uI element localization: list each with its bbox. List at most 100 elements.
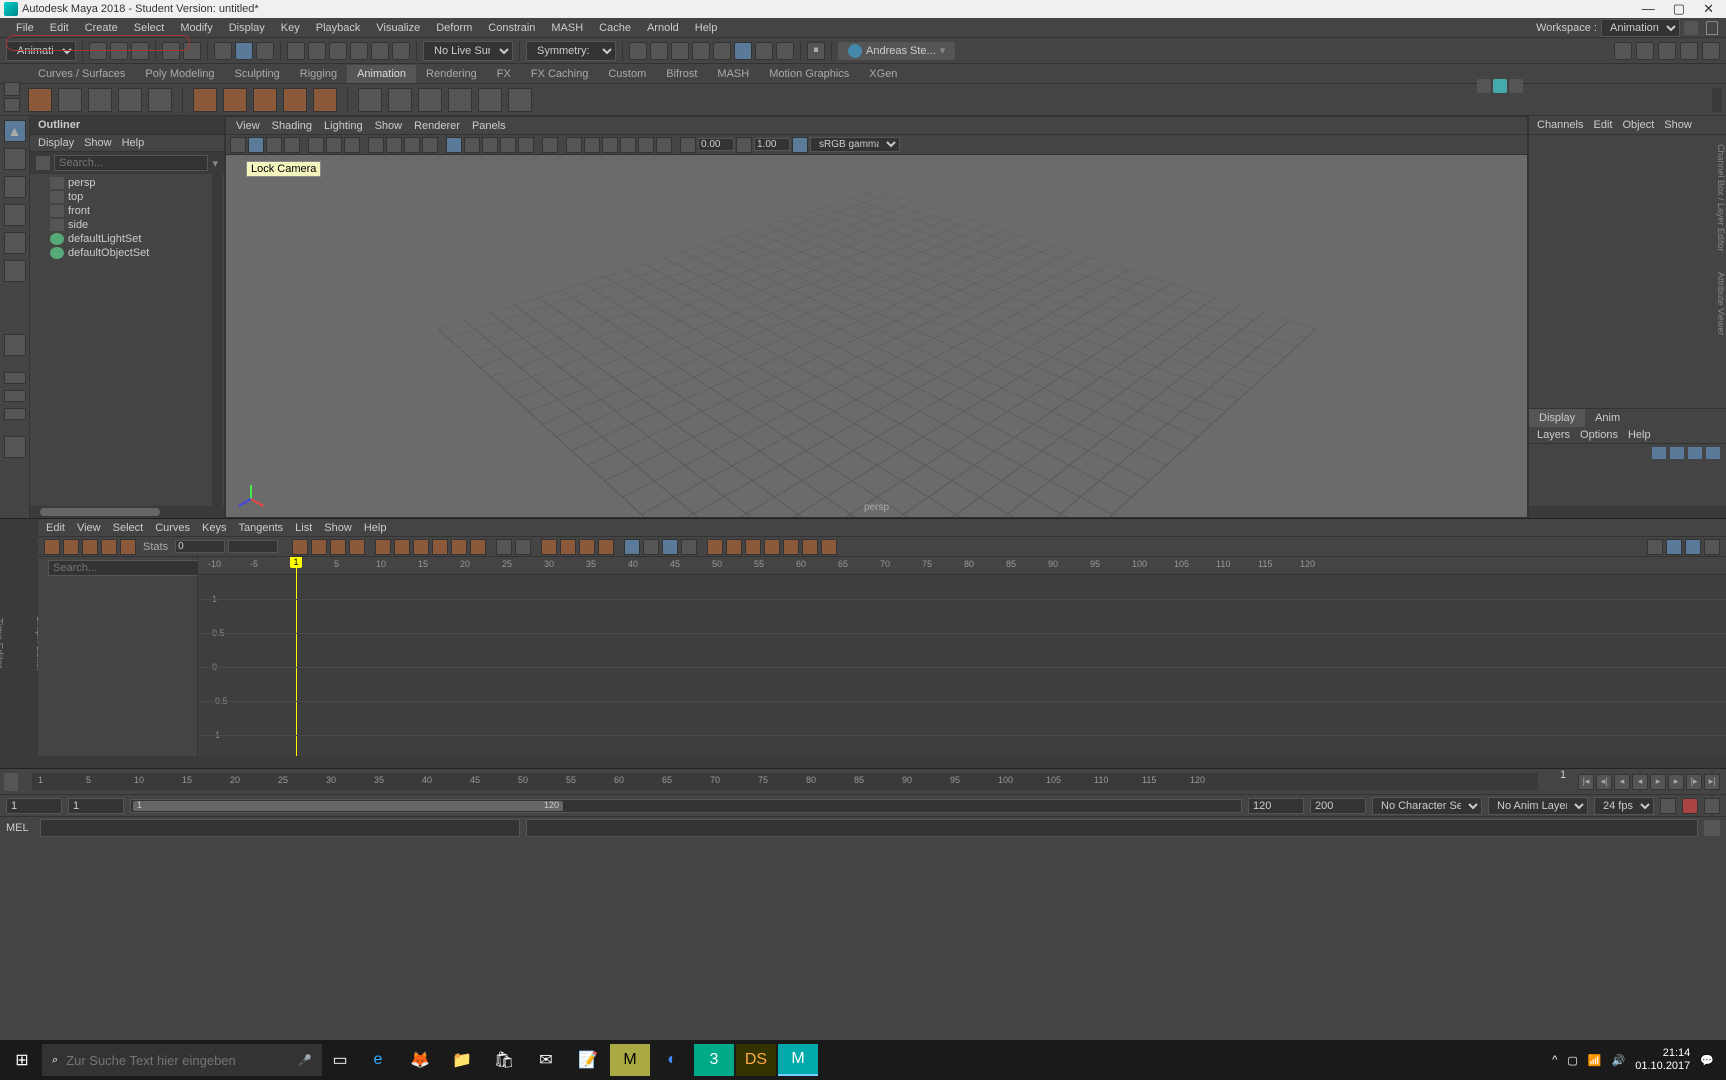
vp-dof-icon[interactable] bbox=[656, 137, 672, 153]
vp-xray-icon[interactable] bbox=[566, 137, 582, 153]
ge-menu-keys[interactable]: Keys bbox=[202, 522, 226, 534]
ch-menu-channels[interactable]: Channels bbox=[1537, 119, 1583, 131]
ge-search-input[interactable] bbox=[48, 560, 200, 576]
lasso-tool-icon[interactable] bbox=[4, 148, 26, 170]
outliner-item-side[interactable]: side bbox=[30, 218, 224, 232]
shelf-menu-icon[interactable] bbox=[4, 82, 20, 96]
ge-playhead[interactable]: 1 bbox=[296, 557, 297, 756]
outliner-item-front[interactable]: front bbox=[30, 204, 224, 218]
shelf-set-key-icon[interactable] bbox=[193, 88, 217, 112]
menu-display[interactable]: Display bbox=[221, 20, 273, 36]
toggle-attribute-editor-icon[interactable] bbox=[1702, 42, 1720, 60]
tray-volume-icon[interactable]: 🔊 bbox=[1612, 1054, 1626, 1067]
ge-move-nearest-icon[interactable] bbox=[44, 539, 60, 555]
time-slider-ruler[interactable]: 1510152025303540455055606570758085909510… bbox=[32, 773, 1538, 790]
snap-grid-icon[interactable] bbox=[287, 42, 305, 60]
shelf-detach-skin-icon[interactable] bbox=[478, 88, 502, 112]
ge-lock-length-icon[interactable] bbox=[598, 539, 614, 555]
vp-gate-mask-icon[interactable] bbox=[422, 137, 438, 153]
snap-curve-icon[interactable] bbox=[308, 42, 326, 60]
layer-move-up-icon[interactable] bbox=[1652, 447, 1666, 459]
go-start-button[interactable]: |◂ bbox=[1578, 774, 1594, 790]
layer-move-down-icon[interactable] bbox=[1670, 447, 1684, 459]
menu-edit[interactable]: Edit bbox=[42, 20, 77, 36]
ge-toggle-icon[interactable] bbox=[1704, 539, 1720, 555]
outliner-item-objectset[interactable]: defaultObjectSet bbox=[30, 246, 224, 260]
shelf-scroll[interactable] bbox=[1712, 88, 1722, 112]
graph-editor-graph[interactable]: -10-515101520253035404550556065707580859… bbox=[198, 557, 1726, 756]
taskbar-search[interactable]: ⌕ 🎤 bbox=[42, 1044, 322, 1076]
vp-resolution-gate-icon[interactable] bbox=[404, 137, 420, 153]
vp-smooth-shade-icon[interactable] bbox=[464, 137, 480, 153]
ge-frame-all-icon[interactable] bbox=[292, 539, 308, 555]
outliner-menu-display[interactable]: Display bbox=[38, 137, 74, 149]
play-back-button[interactable]: ◂ bbox=[1632, 774, 1648, 790]
open-scene-icon[interactable] bbox=[110, 42, 128, 60]
viewport-menu-view[interactable]: View bbox=[236, 120, 260, 132]
ge-menu-select[interactable]: Select bbox=[113, 522, 144, 534]
taskbar-clock[interactable]: 21:14 01.10.2017 bbox=[1635, 1047, 1690, 1073]
range-end-inner-input[interactable] bbox=[1248, 798, 1304, 814]
ch-menu-show[interactable]: Show bbox=[1664, 119, 1692, 131]
shelf-tab-rendering[interactable]: Rendering bbox=[416, 65, 487, 83]
shelf-tab-xgen[interactable]: XGen bbox=[859, 65, 907, 83]
minimize-button[interactable]: — bbox=[1642, 1, 1655, 17]
snap-plane-icon[interactable] bbox=[350, 42, 368, 60]
ge-menu-help[interactable]: Help bbox=[364, 522, 387, 534]
toggle-modeling-toolkit-icon[interactable] bbox=[1614, 42, 1632, 60]
ge-post-infinity-icon[interactable] bbox=[726, 539, 742, 555]
ge-menu-view[interactable]: View bbox=[77, 522, 101, 534]
shelf-motion-trail-icon[interactable] bbox=[58, 88, 82, 112]
shelf-playblast-icon[interactable] bbox=[28, 88, 52, 112]
viewport-corner-icon[interactable] bbox=[1509, 79, 1523, 93]
step-back-button[interactable]: ◂ bbox=[1614, 774, 1630, 790]
layout-single-icon[interactable] bbox=[4, 372, 26, 384]
select-mode-icon[interactable] bbox=[214, 42, 232, 60]
shelf-tab-fxcaching[interactable]: FX Caching bbox=[521, 65, 598, 83]
ge-buffer-icon[interactable] bbox=[496, 539, 512, 555]
taskbar-app-store[interactable]: 🛍 bbox=[484, 1044, 524, 1076]
shelf-tab-mash[interactable]: MASH bbox=[707, 65, 759, 83]
taskbar-app-notes[interactable]: 📝 bbox=[568, 1044, 608, 1076]
tray-network-icon[interactable]: 📶 bbox=[1588, 1054, 1602, 1067]
taskbar-app-mail[interactable]: ✉ bbox=[526, 1044, 566, 1076]
shelf-set-breakdown-icon[interactable] bbox=[313, 88, 337, 112]
taskbar-app-edge[interactable]: e bbox=[358, 1044, 398, 1076]
ge-auto-frame-icon[interactable] bbox=[349, 539, 365, 555]
step-forward-button[interactable]: ▸ bbox=[1668, 774, 1684, 790]
ge-open-trax-icon[interactable] bbox=[1666, 539, 1682, 555]
ge-menu-show[interactable]: Show bbox=[324, 522, 352, 534]
ge-stats-input[interactable] bbox=[175, 540, 225, 553]
workspace-dropdown[interactable]: Animation bbox=[1601, 19, 1680, 37]
snap-live-icon[interactable] bbox=[371, 42, 389, 60]
render-view-icon[interactable] bbox=[650, 42, 668, 60]
menu-key[interactable]: Key bbox=[273, 20, 308, 36]
taskbar-app-3ds[interactable]: 3 bbox=[694, 1044, 734, 1076]
layout-two-icon[interactable] bbox=[4, 408, 26, 420]
tray-expand-icon[interactable]: ^ bbox=[1552, 1054, 1557, 1066]
shelf-tab-curves[interactable]: Curves / Surfaces bbox=[28, 65, 135, 83]
menu-mash[interactable]: MASH bbox=[543, 20, 591, 36]
ge-linear-tangent-icon[interactable] bbox=[413, 539, 429, 555]
ge-open-time-icon[interactable] bbox=[1685, 539, 1701, 555]
ge-break-tangent-icon[interactable] bbox=[541, 539, 557, 555]
vp-use-lights-icon[interactable] bbox=[500, 137, 516, 153]
menu-arnold[interactable]: Arnold bbox=[639, 20, 687, 36]
new-scene-icon[interactable] bbox=[89, 42, 107, 60]
taskbar-app-explorer[interactable]: 📁 bbox=[442, 1044, 482, 1076]
render-settings-icon[interactable] bbox=[713, 42, 731, 60]
taskbar-app-c[interactable]: ◐ bbox=[652, 1044, 692, 1076]
viewport-menu-panels[interactable]: Panels bbox=[472, 120, 506, 132]
move-tool-icon[interactable] bbox=[4, 204, 26, 226]
ge-hscroll[interactable] bbox=[38, 756, 1726, 768]
menu-constrain[interactable]: Constrain bbox=[480, 20, 543, 36]
ge-stacked-view-icon[interactable] bbox=[681, 539, 697, 555]
ge-time-snap-icon[interactable] bbox=[624, 539, 640, 555]
channelbox-hscroll[interactable] bbox=[1529, 506, 1726, 518]
outliner-item-persp[interactable]: persp bbox=[30, 176, 224, 190]
layer-menu-options[interactable]: Options bbox=[1580, 429, 1618, 441]
script-editor-icon[interactable] bbox=[1704, 820, 1720, 836]
snap-point-icon[interactable] bbox=[329, 42, 347, 60]
vp-gamma-input[interactable] bbox=[754, 138, 790, 151]
viewport-corner-icon[interactable] bbox=[1493, 79, 1507, 93]
